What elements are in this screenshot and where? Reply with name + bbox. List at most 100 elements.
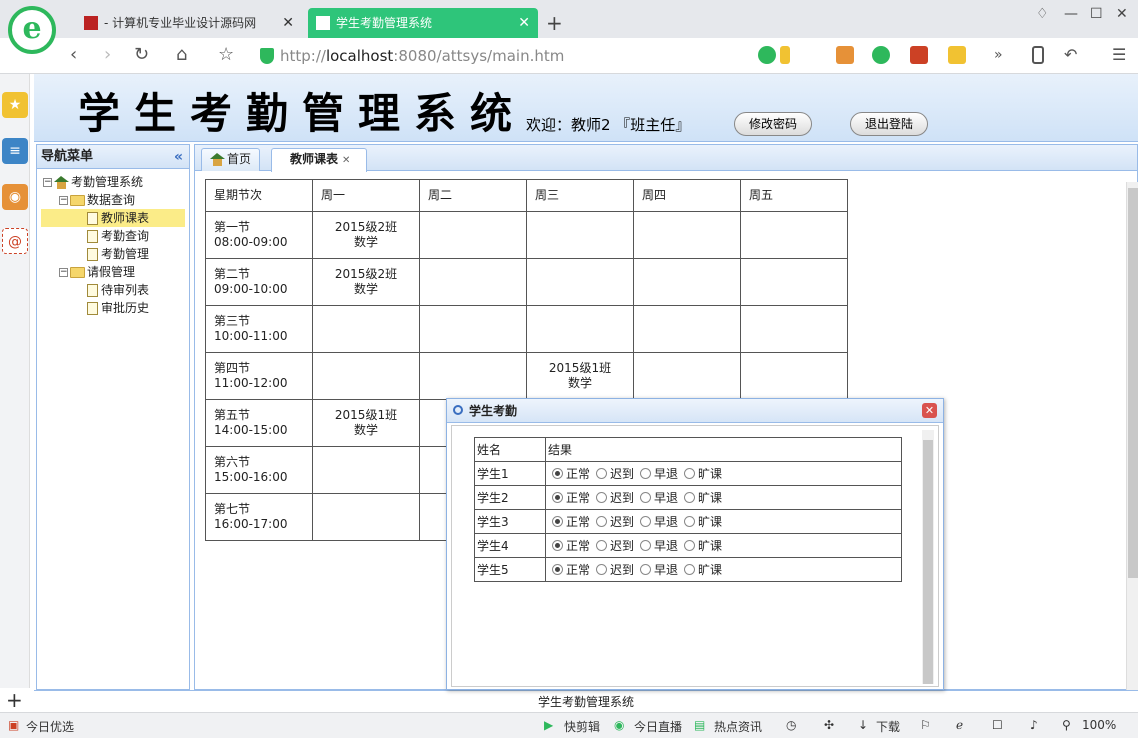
attendance-option[interactable]: 旷课 bbox=[684, 489, 722, 506]
shirt-skin-icon[interactable]: ♢ bbox=[1036, 6, 1049, 22]
radio-button[interactable] bbox=[640, 564, 652, 575]
back-icon[interactable]: ‹ bbox=[70, 44, 77, 66]
attendance-option[interactable]: 旷课 bbox=[684, 513, 722, 530]
history-icon[interactable]: ◷ bbox=[786, 718, 796, 732]
lightning-icon[interactable] bbox=[780, 46, 790, 64]
reload-icon[interactable]: ↻ bbox=[134, 44, 149, 66]
status-live[interactable]: 今日直播 bbox=[634, 718, 682, 735]
change-password-button[interactable]: 修改密码 bbox=[734, 112, 813, 136]
radio-button[interactable] bbox=[640, 540, 652, 551]
ie-icon[interactable]: ℯ bbox=[956, 718, 963, 732]
collapse-toggle-icon[interactable]: − bbox=[59, 268, 68, 277]
attendance-option[interactable]: 正常 bbox=[552, 561, 590, 578]
attendance-option[interactable]: 早退 bbox=[640, 561, 678, 578]
radio-button[interactable] bbox=[552, 468, 563, 479]
speed-icon[interactable] bbox=[758, 46, 776, 64]
status-quick-edit[interactable]: 快剪辑 bbox=[564, 718, 600, 735]
page-scrollbar[interactable] bbox=[1126, 182, 1138, 690]
pin-icon[interactable]: ✣ bbox=[824, 718, 834, 732]
browser-tab-source-site[interactable]: - 计算机专业毕业设计源码网 ✕ bbox=[76, 8, 302, 38]
apps-icon[interactable] bbox=[836, 46, 854, 64]
sound-icon[interactable]: ♪ bbox=[1030, 718, 1038, 732]
radio-button[interactable] bbox=[684, 516, 696, 527]
radio-button[interactable] bbox=[684, 492, 696, 503]
attendance-option[interactable]: 迟到 bbox=[596, 561, 634, 578]
weibo-icon[interactable]: ◉ bbox=[2, 184, 28, 210]
close-dialog-button[interactable]: ✕ bbox=[922, 403, 937, 418]
tab-home[interactable]: 首页 bbox=[201, 148, 261, 171]
close-tab-icon[interactable]: ✕ bbox=[518, 8, 530, 38]
attendance-option[interactable]: 早退 bbox=[640, 489, 678, 506]
collapse-toggle-icon[interactable]: − bbox=[43, 178, 52, 187]
radio-button[interactable] bbox=[552, 492, 563, 503]
undo-icon[interactable]: ↶ bbox=[1064, 44, 1077, 66]
tree-item-attendance-query[interactable]: 考勤查询 bbox=[87, 227, 149, 245]
tree-item-attendance-manage[interactable]: 考勤管理 bbox=[87, 245, 149, 263]
schedule-cell[interactable]: 2015级2班 数学 bbox=[312, 211, 420, 259]
status-hot-news[interactable]: 热点资讯 bbox=[714, 718, 762, 735]
scrollbar-thumb[interactable] bbox=[1128, 188, 1138, 578]
forward-icon[interactable]: › bbox=[104, 44, 111, 66]
close-tab-icon[interactable]: ✕ bbox=[342, 155, 350, 166]
tree-item-teacher-schedule[interactable]: 教师课表 bbox=[41, 209, 185, 227]
minimize-icon[interactable]: — bbox=[1064, 6, 1078, 22]
tree-root[interactable]: − 考勤管理系统 bbox=[43, 173, 143, 191]
attendance-option[interactable]: 正常 bbox=[552, 465, 590, 482]
phone-icon[interactable] bbox=[1032, 46, 1044, 64]
radio-button[interactable] bbox=[596, 492, 608, 503]
radio-button[interactable] bbox=[684, 468, 696, 479]
tree-item-pending-list[interactable]: 待审列表 bbox=[87, 281, 149, 299]
flag-icon[interactable]: ⚐ bbox=[920, 718, 931, 732]
attendance-option[interactable]: 正常 bbox=[552, 489, 590, 506]
schedule-cell[interactable]: 2015级1班 数学 bbox=[526, 352, 634, 400]
status-download[interactable]: 下载 bbox=[876, 718, 900, 735]
attendance-option[interactable]: 正常 bbox=[552, 513, 590, 530]
add-sidebar-icon[interactable]: + bbox=[6, 688, 23, 712]
new-tab-button[interactable]: + bbox=[546, 8, 563, 38]
radio-button[interactable] bbox=[684, 564, 696, 575]
bookmark-star-icon[interactable]: ☆ bbox=[218, 44, 234, 66]
status-zoom[interactable]: 100% bbox=[1082, 718, 1116, 732]
radio-button[interactable] bbox=[552, 516, 563, 527]
home-icon[interactable]: ⌂ bbox=[176, 44, 187, 66]
dialog-scrollbar[interactable] bbox=[922, 430, 934, 684]
scrollbar-thumb[interactable] bbox=[923, 440, 933, 684]
collapse-toggle-icon[interactable]: − bbox=[59, 196, 68, 205]
radio-button[interactable] bbox=[596, 516, 608, 527]
attendance-option[interactable]: 早退 bbox=[640, 465, 678, 482]
maximize-icon[interactable]: ☐ bbox=[1090, 6, 1103, 22]
pdf-icon[interactable] bbox=[910, 46, 928, 64]
attendance-option[interactable]: 早退 bbox=[640, 537, 678, 554]
attendance-option[interactable]: 旷课 bbox=[684, 561, 722, 578]
tab-teacher-schedule[interactable]: 教师课表 ✕ bbox=[271, 148, 367, 172]
wallet-icon[interactable] bbox=[872, 46, 890, 64]
game-icon[interactable] bbox=[948, 46, 966, 64]
reader-icon[interactable]: ≡ bbox=[2, 138, 28, 164]
status-daily-picks[interactable]: 今日优选 bbox=[26, 718, 74, 735]
radio-button[interactable] bbox=[640, 516, 652, 527]
tree-group-leave[interactable]: − 请假管理 bbox=[59, 263, 135, 281]
radio-button[interactable] bbox=[596, 468, 608, 479]
close-window-icon[interactable]: ✕ bbox=[1116, 6, 1128, 22]
radio-button[interactable] bbox=[596, 564, 608, 575]
radio-button[interactable] bbox=[596, 540, 608, 551]
attendance-option[interactable]: 迟到 bbox=[596, 537, 634, 554]
tree-group-data-query[interactable]: − 数据查询 bbox=[59, 191, 135, 209]
favorites-star-icon[interactable]: ★ bbox=[2, 92, 28, 118]
more-extensions-icon[interactable]: » bbox=[994, 44, 1003, 66]
attendance-option[interactable]: 迟到 bbox=[596, 465, 634, 482]
collapse-panel-icon[interactable]: « bbox=[174, 145, 183, 169]
logout-button[interactable]: 退出登陆 bbox=[850, 112, 929, 136]
menu-icon[interactable]: ☰ bbox=[1112, 44, 1126, 66]
radio-button[interactable] bbox=[640, 492, 652, 503]
attendance-option[interactable]: 正常 bbox=[552, 537, 590, 554]
radio-button[interactable] bbox=[552, 540, 563, 551]
attendance-option[interactable]: 早退 bbox=[640, 513, 678, 530]
schedule-cell[interactable]: 2015级1班 数学 bbox=[312, 399, 420, 447]
attendance-option[interactable]: 旷课 bbox=[684, 537, 722, 554]
tree-item-approval-history[interactable]: 审批历史 bbox=[87, 299, 149, 317]
mail-icon[interactable]: @ bbox=[2, 228, 28, 254]
url-field[interactable]: http://localhost:8080/attsys/main.htm bbox=[258, 44, 788, 68]
radio-button[interactable] bbox=[552, 564, 563, 575]
attendance-option[interactable]: 旷课 bbox=[684, 465, 722, 482]
